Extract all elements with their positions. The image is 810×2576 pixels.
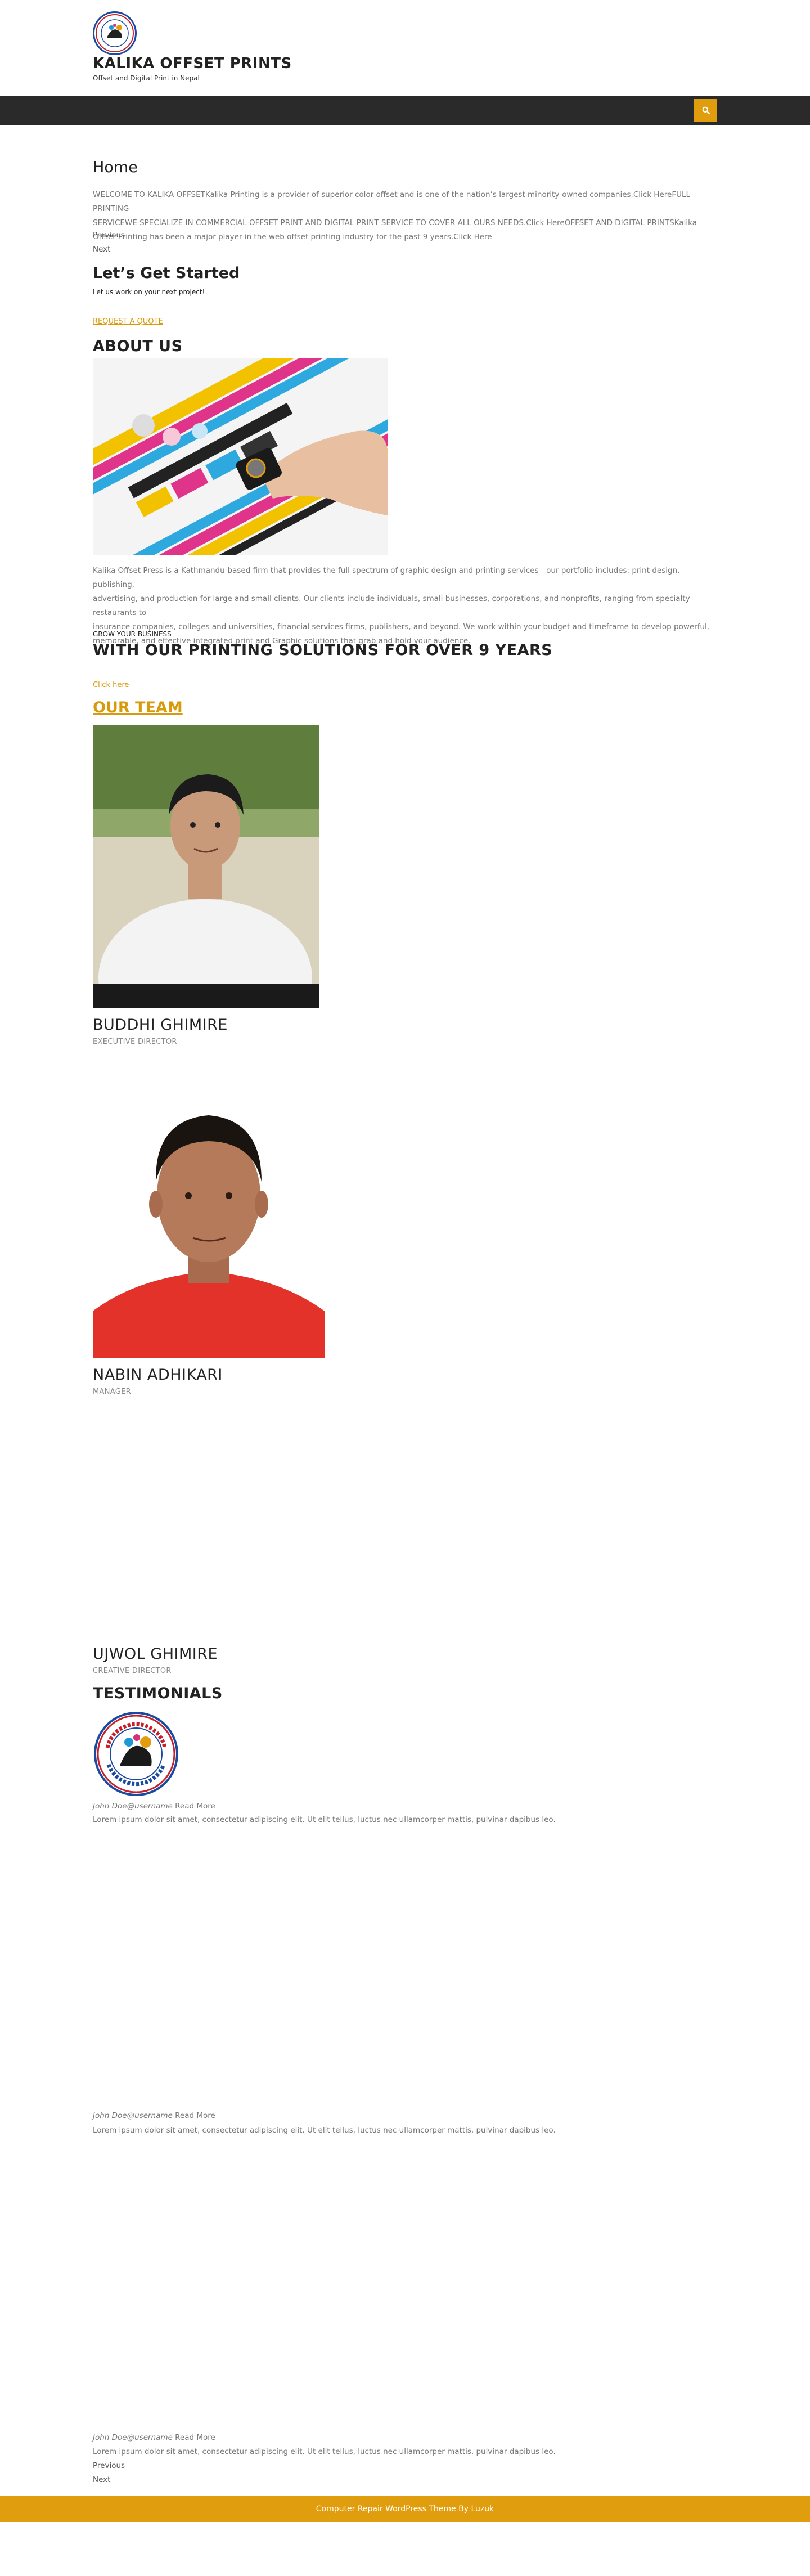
site-header: KALIKA OFFSET PRINTS Offset and Digital …	[0, 0, 810, 96]
about-heading: ABOUT US	[93, 338, 183, 355]
about-line: Kalika Offset Press is a Kathmandu-based…	[93, 566, 680, 589]
read-more-link[interactable]: Read More	[175, 2433, 215, 2442]
get-started-subheading: Let us work on your next project!	[93, 288, 205, 296]
testimonial-text: Lorem ipsum dolor sit amet, consectetur …	[93, 2447, 556, 2456]
testimonial-author-line: John Doe@username Read More	[93, 2433, 215, 2442]
testimonial-author-line: John Doe@username Read More	[93, 1802, 215, 1811]
footer-credit[interactable]: Computer Repair WordPress Theme By Luzuk	[316, 2505, 494, 2514]
read-more-link[interactable]: Read More	[175, 1802, 215, 1811]
welcome-slider-text: WELCOME TO KALIKA OFFSETKalika Printing …	[93, 188, 717, 244]
team-member-role: MANAGER	[93, 1388, 131, 1396]
print-color-proof-image	[93, 358, 388, 555]
testimonials-heading: TESTIMONIALS	[93, 1685, 223, 1702]
team-member-name: UJWOL GHIMIRE	[93, 1645, 218, 1663]
home-heading: Home	[93, 159, 138, 176]
get-started-heading: Let’s Get Started	[93, 264, 240, 282]
welcome-line: WELCOME TO KALIKA OFFSETKalika Printing …	[93, 190, 691, 213]
site-logo[interactable]	[93, 11, 137, 55]
click-here-link[interactable]: Click here	[93, 681, 129, 689]
about-line: insurance companies, colleges and univer…	[93, 622, 710, 631]
testimonial-username: @username	[127, 2111, 173, 2120]
testimonial-username: @username	[127, 1802, 173, 1811]
testimonial-author: John Doe	[93, 1802, 127, 1811]
about-image	[93, 358, 388, 555]
nabin-adhikari-photo	[93, 1075, 325, 1358]
team-member-role: EXECUTIVE DIRECTOR	[93, 1038, 177, 1046]
navigation-bar	[0, 96, 810, 125]
welcome-line: SERVICEWE SPECIALIZE IN COMMERCIAL OFFSE…	[93, 218, 697, 227]
testimonial-username: @username	[127, 2433, 173, 2442]
search-icon	[702, 106, 710, 114]
testimonial-text: Lorem ipsum dolor sit amet, consectetur …	[93, 2126, 556, 2135]
team-member-photo	[93, 1075, 325, 1358]
kalika-logo-icon	[96, 14, 134, 52]
grow-business-kicker: GROW YOUR BUSINESS	[93, 630, 172, 638]
buddhi-ghimire-photo	[93, 725, 319, 1008]
site-footer: Computer Repair WordPress Theme By Luzuk	[0, 2496, 810, 2522]
team-member-photo	[93, 725, 319, 1008]
testimonial-next-button[interactable]: Next	[93, 2475, 110, 2484]
slider-next-button[interactable]: Next	[93, 245, 110, 254]
about-description: Kalika Offset Press is a Kathmandu-based…	[93, 564, 717, 648]
testimonial-author: John Doe	[93, 2111, 127, 2120]
testimonial-logo	[94, 1712, 178, 1796]
slider-previous-button[interactable]: Previous	[93, 231, 125, 240]
team-member-name: NABIN ADHIKARI	[93, 1366, 223, 1384]
site-tagline: Offset and Digital Print in Nepal	[93, 74, 200, 82]
our-team-heading[interactable]: OUR TEAM	[93, 699, 183, 716]
testimonial-previous-button[interactable]: Previous	[93, 2461, 125, 2470]
testimonial-author: John Doe	[93, 2433, 127, 2442]
read-more-link[interactable]: Read More	[175, 2111, 215, 2120]
about-line: advertising, and production for large an…	[93, 594, 690, 617]
kalika-logo-icon	[97, 1715, 176, 1793]
team-member-role: CREATIVE DIRECTOR	[93, 1667, 172, 1675]
testimonial-author-line: John Doe@username Read More	[93, 2111, 215, 2120]
site-title[interactable]: KALIKA OFFSET PRINTS	[93, 55, 292, 72]
welcome-line: Offset Printing has been a major player …	[93, 232, 492, 241]
testimonial-text: Lorem ipsum dolor sit amet, consectetur …	[93, 1815, 556, 1824]
printing-solutions-heading: WITH OUR PRINTING SOLUTIONS FOR OVER 9 Y…	[93, 641, 553, 659]
request-quote-link[interactable]: REQUEST A QUOTE	[93, 317, 163, 326]
search-button[interactable]	[694, 99, 717, 122]
team-member-name: BUDDHI GHIMIRE	[93, 1016, 228, 1034]
